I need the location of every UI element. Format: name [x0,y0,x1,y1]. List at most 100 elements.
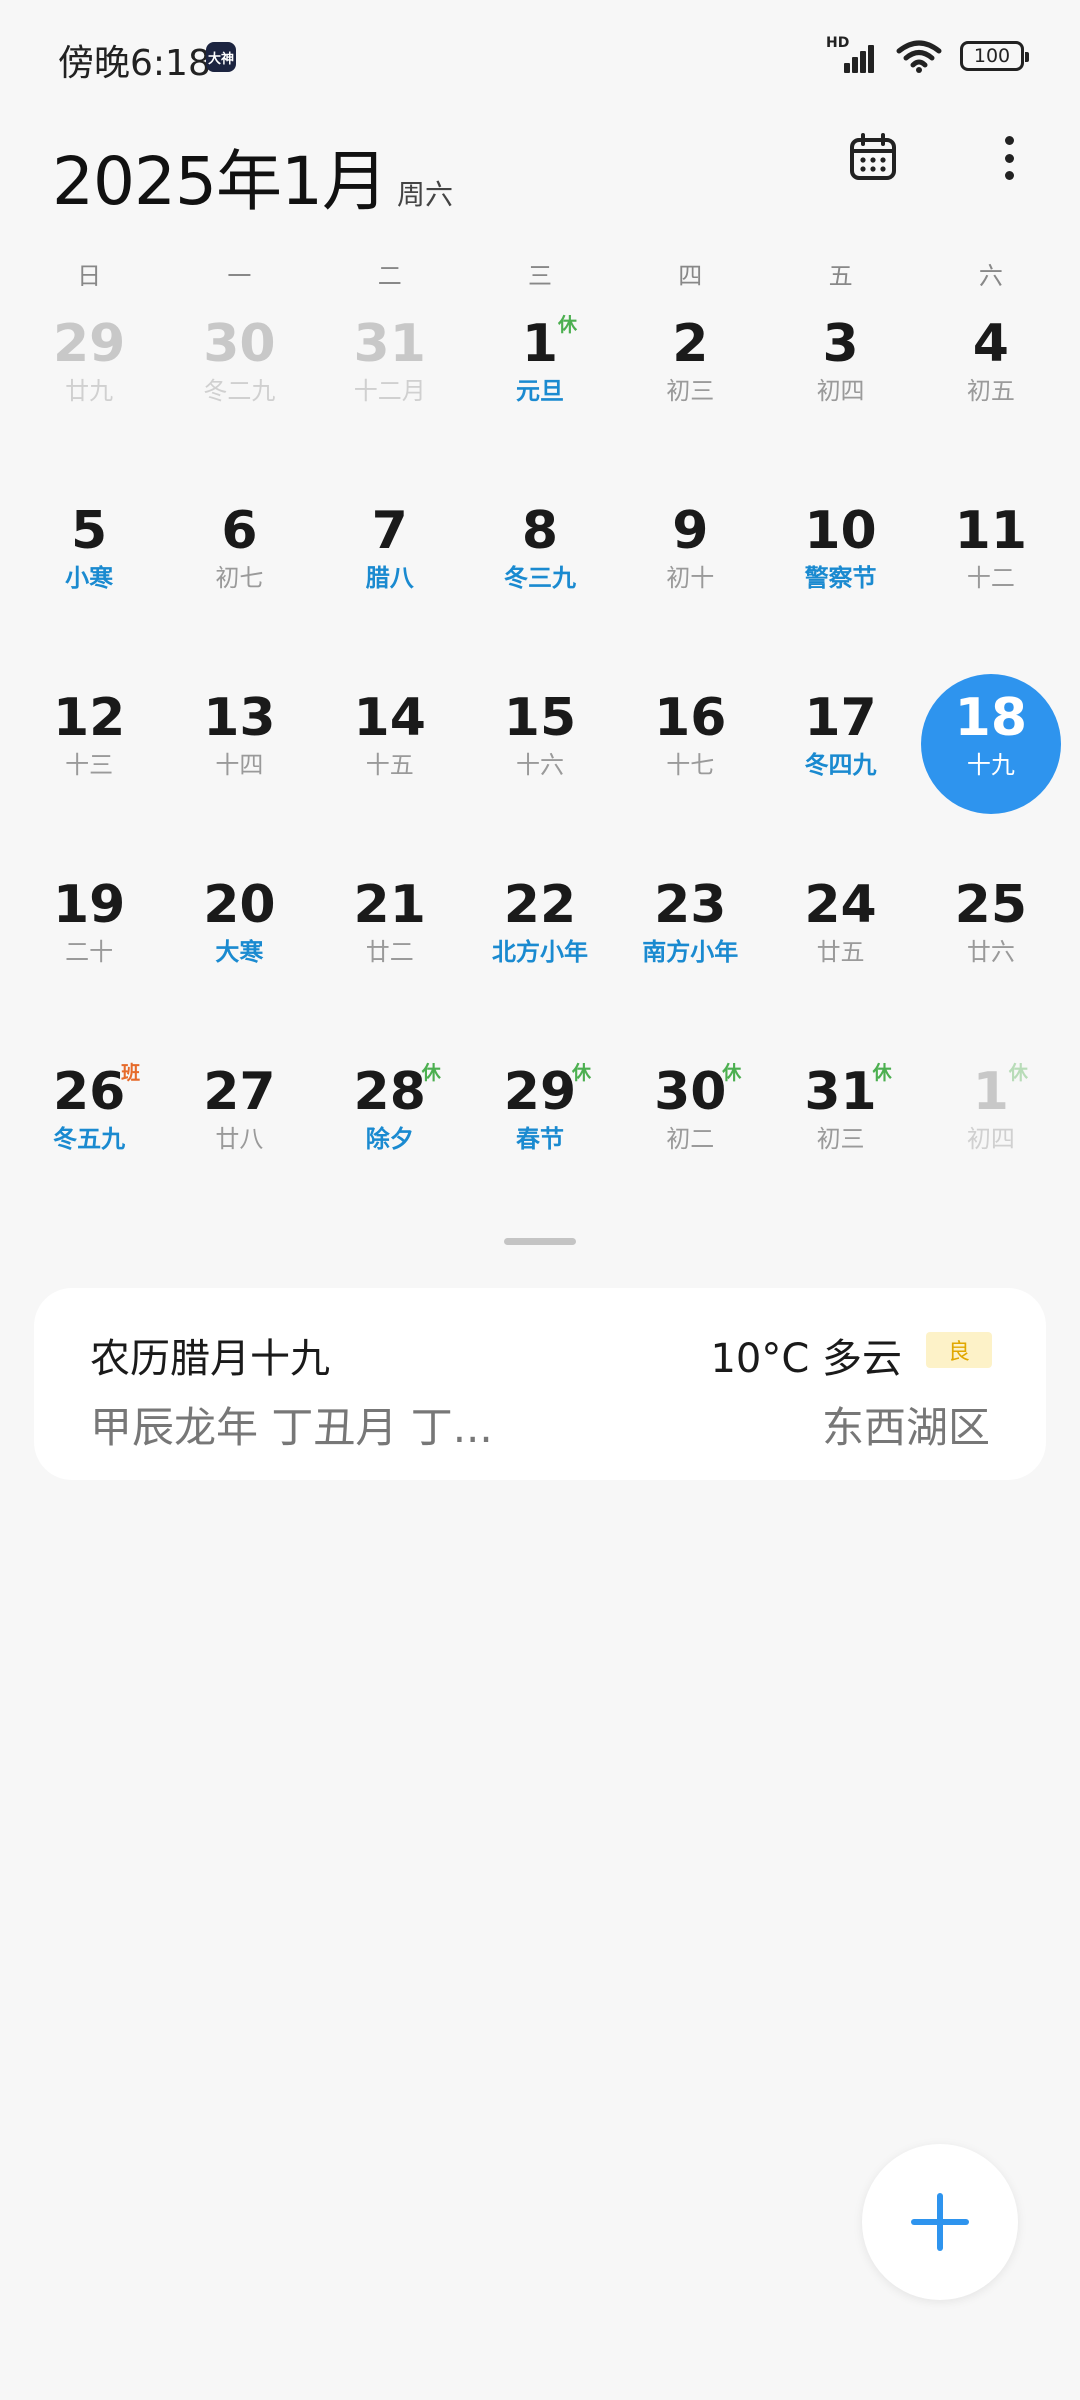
day-cell-content: 28 除夕 休 [320,1048,460,1188]
day-cell[interactable]: 22 北方小年 [465,861,615,1048]
day-cell[interactable]: 24 廿五 [765,861,915,1048]
day-cell[interactable]: 25 廿六 [916,861,1066,1048]
day-cell[interactable]: 20 大寒 [164,861,314,1048]
day-lunar-label: 十七 [666,751,715,779]
day-number: 22 [503,875,577,935]
day-cell[interactable]: 1 初四 休 [916,1048,1066,1235]
day-number: 8 [521,501,559,561]
holiday-badge: 休 [1008,1062,1028,1084]
current-weekday: 周六 [396,178,453,211]
day-cell[interactable]: 29 廿九 [14,300,164,487]
day-number: 25 [954,875,1028,935]
day-number: 29 [503,1062,577,1122]
day-festival-label: 除夕 [365,1125,414,1153]
weekday-label: 四 [678,262,703,290]
day-festival-label: 腊八 [365,564,414,592]
air-quality-badge: 良 [926,1332,992,1368]
workday-badge: 班 [121,1062,141,1084]
day-cell-content: 13 十四 [169,674,309,814]
calendar-today-icon[interactable] [848,132,898,182]
day-cell[interactable]: 17 冬四九 [765,674,915,861]
day-cell-selected[interactable]: 18 十九 [916,674,1066,861]
day-cell[interactable]: 3 初四 [765,300,915,487]
day-cell-content: 26 冬五九 班 [19,1048,159,1188]
day-lunar-label: 冬二九 [203,377,276,405]
day-cell-content: 1 初四 休 [921,1048,1061,1188]
day-cell-content: 14 十五 [320,674,460,814]
day-cell-content: 25 廿六 [921,861,1061,1001]
weekday-label: 五 [828,262,853,290]
day-cell[interactable]: 23 南方小年 [615,861,765,1048]
day-cell[interactable]: 30 冬二九 [164,300,314,487]
day-cell[interactable]: 31 十二月 [315,300,465,487]
day-festival-label: 警察节 [804,564,877,592]
day-number: 20 [203,875,276,935]
day-cell[interactable]: 1 元旦 休 [465,300,615,487]
day-number: 5 [71,501,108,561]
weekday-label: 一 [227,262,252,290]
day-cell-content: 18 十九 [920,674,1061,814]
add-event-button[interactable] [862,2144,1018,2300]
day-cell[interactable]: 13 十四 [164,674,314,861]
day-cell[interactable]: 26 冬五九 班 [14,1048,164,1235]
day-lunar-label: 初十 [666,564,715,592]
day-number: 4 [972,314,1009,374]
day-lunar-label: 十五 [365,751,414,779]
day-number: 15 [503,688,577,748]
day-lunar-label: 初七 [215,564,264,592]
month-title-group[interactable]: 2025年1月 周六 [52,128,453,224]
day-cell[interactable]: 12 十三 [14,674,164,861]
day-festival-label: 北方小年 [491,938,588,966]
day-cell[interactable]: 16 十七 [615,674,765,861]
day-festival-label: 小寒 [65,564,114,592]
drag-handle[interactable] [504,1238,576,1245]
weekday-header: 日一二三四五六 [14,256,1066,296]
day-number: 16 [654,688,727,748]
day-cell[interactable]: 10 警察节 [765,487,915,674]
day-number: 2 [672,314,709,374]
day-cell[interactable]: 9 初十 [615,487,765,674]
day-cell[interactable]: 21 廿二 [315,861,465,1048]
day-cell[interactable]: 15 十六 [465,674,615,861]
day-cell[interactable]: 27 廿八 [164,1048,314,1235]
day-cell-content: 22 北方小年 [470,861,610,1001]
day-cell[interactable]: 31 初三 休 [765,1048,915,1235]
day-festival-label: 冬四九 [804,751,877,779]
day-number: 1 [521,314,559,374]
day-cell-content: 8 冬三九 [470,487,610,627]
day-cell[interactable]: 19 二十 [14,861,164,1048]
day-cell-content: 12 十三 [19,674,159,814]
day-cell-content: 19 二十 [19,861,159,1001]
day-cell[interactable]: 4 初五 [916,300,1066,487]
weather-summary[interactable]: 10°C 多云 [710,1326,902,1384]
day-cell[interactable]: 2 初三 [615,300,765,487]
day-number: 7 [371,501,408,561]
day-lunar-label: 十二 [966,564,1015,592]
day-cell-content: 5 小寒 [19,487,159,627]
day-number: 21 [353,875,426,935]
day-cell[interactable]: 30 初二 休 [615,1048,765,1235]
day-festival-label: 南方小年 [642,938,739,966]
day-cell[interactable]: 7 腊八 [315,487,465,674]
day-number: 24 [804,875,877,935]
day-lunar-label: 初三 [816,1125,865,1153]
day-info-card[interactable]: 农历腊月十九 甲辰龙年 丁丑月 丁... 10°C 多云 良 东西湖区 [34,1288,1046,1480]
day-cell-content: 1 元旦 休 [470,300,610,440]
holiday-badge: 休 [872,1062,892,1084]
day-number: 1 [972,1062,1009,1122]
status-bar: 傍晚6:18 大神 HD 100 [0,0,1080,110]
day-lunar-label: 十九 [966,751,1015,779]
day-number: 3 [822,314,859,374]
day-cell-content: 11 十二 [921,487,1061,627]
day-cell[interactable]: 11 十二 [916,487,1066,674]
day-cell[interactable]: 28 除夕 休 [315,1048,465,1235]
weekday-label: 六 [978,262,1003,290]
day-cell[interactable]: 6 初七 [164,487,314,674]
day-cell[interactable]: 14 十五 [315,674,465,861]
day-cell[interactable]: 5 小寒 [14,487,164,674]
day-cell[interactable]: 29 春节 休 [465,1048,615,1235]
day-cell[interactable]: 8 冬三九 [465,487,615,674]
more-options-icon[interactable] [996,132,1022,184]
day-number: 6 [221,501,258,561]
day-lunar-label: 初四 [966,1125,1015,1153]
